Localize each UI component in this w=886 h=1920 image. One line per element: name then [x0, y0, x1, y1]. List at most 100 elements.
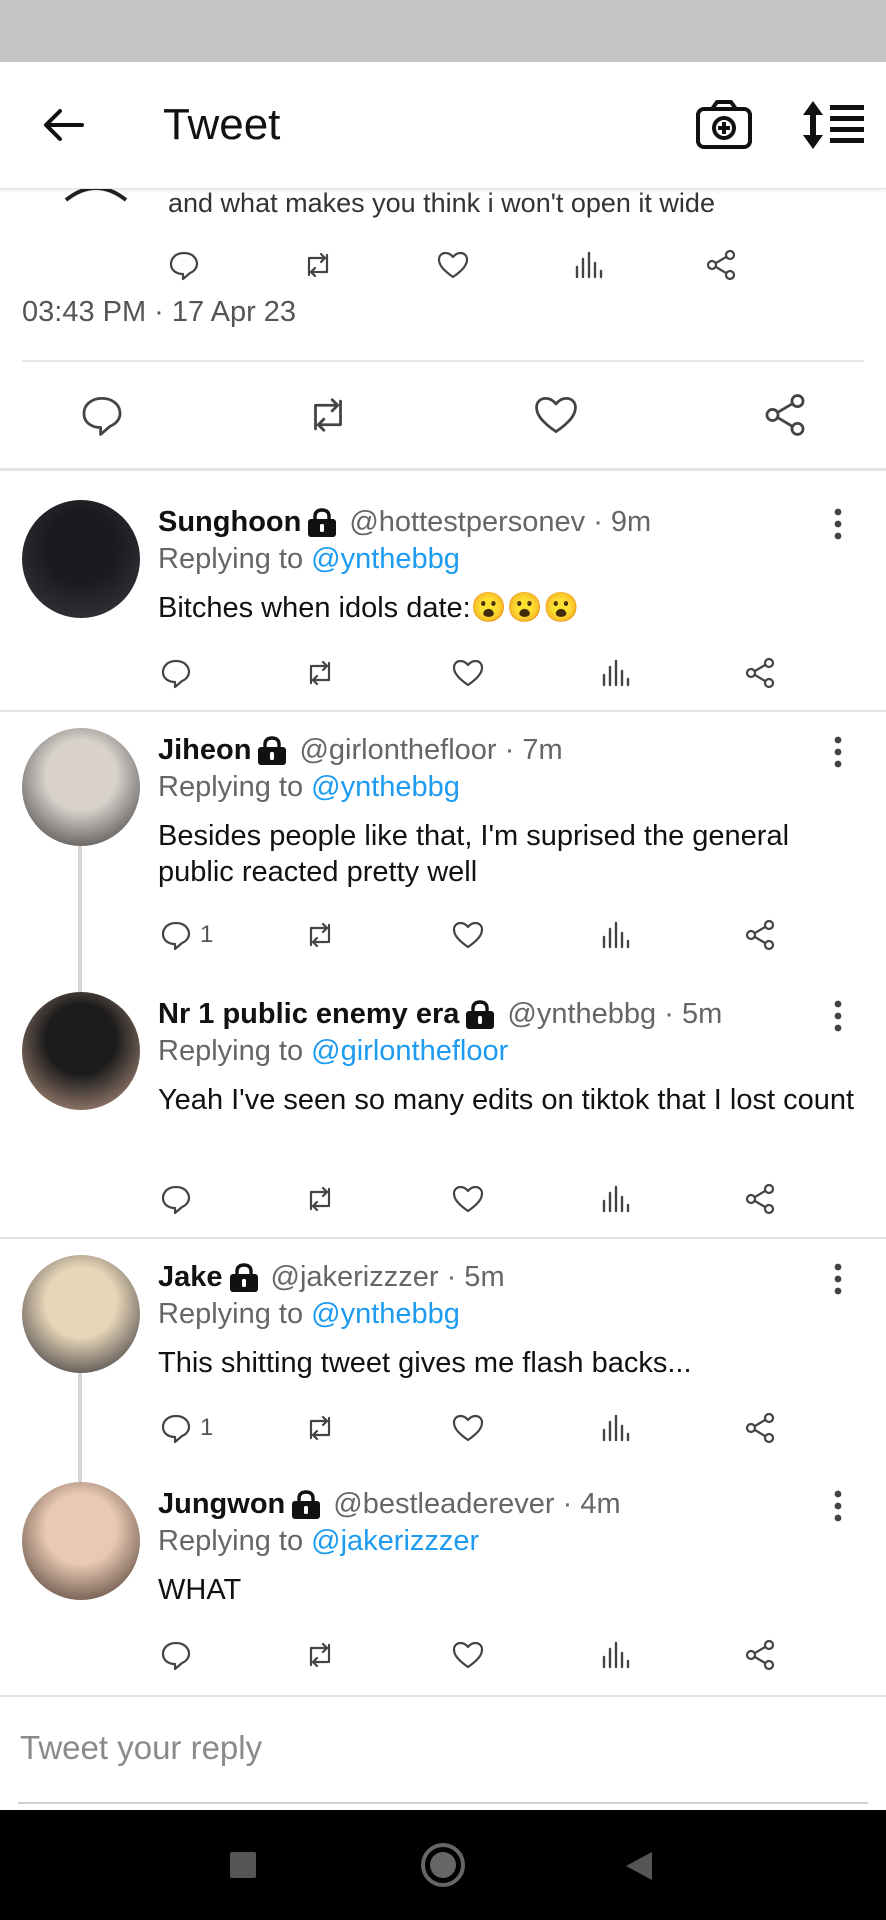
retweet-button[interactable] [302, 1174, 338, 1224]
recents-square-icon[interactable] [228, 1850, 258, 1885]
reply-count: 1 [200, 921, 214, 948]
lock-icon [257, 735, 287, 766]
more-options-icon[interactable] [826, 998, 850, 1034]
tweet-actions: 1 [0, 910, 886, 960]
tweet-text: and what makes you think i won't open it… [168, 188, 715, 218]
more-options-icon[interactable] [826, 734, 850, 770]
display-name[interactable]: Jake [158, 1261, 223, 1294]
share-button[interactable] [742, 648, 778, 698]
lock-icon [229, 1262, 259, 1293]
share-button[interactable] [703, 240, 739, 290]
system-nav-bar [0, 1810, 886, 1920]
reply-text: Yeah I've seen so many edits on tiktok t… [158, 1084, 855, 1116]
author-row: Sunghoon @hottestpersonev · 9m [158, 506, 651, 539]
reply-button[interactable] [158, 1174, 200, 1224]
reply-text: Besides people like that, I'm suprised t… [158, 820, 790, 888]
divider [22, 360, 864, 362]
share-button[interactable] [742, 1174, 778, 1224]
lock-icon [291, 1489, 321, 1520]
top-app-bar: Tweet [0, 62, 886, 189]
more-options-icon[interactable] [826, 1261, 850, 1297]
reply-button[interactable] [166, 240, 202, 290]
display-name[interactable]: Sunghoon [158, 506, 301, 539]
divider [0, 468, 886, 471]
like-button[interactable] [450, 1174, 486, 1224]
replying-to-link[interactable]: @ynthebbg [311, 543, 460, 575]
lock-icon [465, 999, 495, 1030]
share-button[interactable] [742, 1630, 778, 1680]
replying-to-link[interactable]: @girlonthefloor [311, 1035, 508, 1067]
retweet-button[interactable] [303, 390, 353, 440]
retweet-button[interactable] [302, 648, 338, 698]
back-arrow-icon[interactable] [38, 100, 88, 150]
more-options-icon[interactable] [826, 506, 850, 542]
author-row: Jungwon @bestleaderever · 4m [158, 1488, 621, 1521]
lock-icon [307, 507, 337, 538]
retweet-button[interactable] [302, 910, 338, 960]
author-row: Jiheon @girlonthefloor · 7m [158, 734, 563, 767]
avatar[interactable] [22, 500, 140, 618]
author-row: Jake @jakerizzzer · 5m [158, 1261, 505, 1294]
reply-text: WHAT [158, 1574, 242, 1606]
views-button[interactable] [569, 240, 605, 290]
display-name[interactable]: Jungwon [158, 1488, 285, 1521]
handle-and-time: @hottestpersonev · 9m [349, 506, 652, 538]
home-circle-icon[interactable] [420, 1842, 466, 1893]
replying-to: Replying to @girlonthefloor [158, 1035, 508, 1068]
replying-prefix: Replying to [158, 1035, 312, 1067]
share-button[interactable] [742, 910, 778, 960]
reply-text: This shitting tweet gives me flash backs… [158, 1347, 692, 1379]
replying-to-link[interactable]: @ynthebbg [311, 1298, 460, 1330]
author-row: Nr 1 public enemy era @ynthebbg · 5m [158, 998, 722, 1031]
divider [0, 1237, 886, 1239]
handle-and-time: @bestleaderever · 4m [333, 1488, 621, 1520]
handle-and-time: @ynthebbg · 5m [507, 998, 723, 1030]
handle-and-time: @jakerizzzer · 5m [270, 1261, 505, 1293]
views-button[interactable] [596, 910, 632, 960]
handle-and-time: @girlonthefloor · 7m [299, 734, 563, 766]
replying-to: Replying to @ynthebbg [158, 543, 460, 576]
reply-button[interactable] [158, 648, 200, 698]
input-underline [18, 1802, 868, 1804]
views-button[interactable] [596, 1403, 632, 1453]
tweet-actions [0, 648, 886, 698]
camera-icon[interactable] [694, 97, 754, 153]
retweet-button[interactable] [302, 1630, 338, 1680]
reply-button[interactable] [158, 1630, 200, 1680]
avatar[interactable] [22, 992, 140, 1110]
reply-button[interactable]: 1 [158, 1403, 213, 1453]
share-button[interactable] [742, 1403, 778, 1453]
reply-button[interactable] [77, 390, 127, 440]
like-button[interactable] [450, 1403, 486, 1453]
reply-text: Bitches when idols date:😮😮😮 [158, 592, 580, 624]
display-name[interactable]: Nr 1 public enemy era [158, 998, 459, 1031]
views-button[interactable] [596, 648, 632, 698]
replying-to-link[interactable]: @jakerizzzer [311, 1525, 479, 1557]
like-button[interactable] [450, 1630, 486, 1680]
page-title: Tweet [163, 100, 281, 149]
retweet-button[interactable] [302, 1403, 338, 1453]
avatar[interactable] [22, 728, 140, 846]
replying-to-link[interactable]: @ynthebbg [311, 771, 460, 803]
reply-composer [0, 1695, 886, 1809]
sort-icon[interactable] [800, 97, 866, 153]
reply-count: 1 [200, 1414, 214, 1441]
display-name[interactable]: Jiheon [158, 734, 251, 767]
like-button[interactable] [450, 648, 486, 698]
replying-to: Replying to @ynthebbg [158, 771, 460, 804]
avatar[interactable] [22, 1255, 140, 1373]
reply-button[interactable]: 1 [158, 910, 213, 960]
status-bar [0, 0, 886, 62]
like-button[interactable] [450, 910, 486, 960]
more-options-icon[interactable] [826, 1488, 850, 1524]
views-button[interactable] [596, 1630, 632, 1680]
like-button[interactable] [435, 240, 471, 290]
avatar[interactable] [22, 1482, 140, 1600]
views-button[interactable] [596, 1174, 632, 1224]
share-button[interactable] [760, 390, 810, 440]
reply-input[interactable] [18, 1721, 862, 1775]
like-button[interactable] [531, 390, 581, 440]
retweet-button[interactable] [300, 240, 336, 290]
back-triangle-icon[interactable] [624, 1850, 654, 1887]
replying-prefix: Replying to [158, 543, 312, 575]
